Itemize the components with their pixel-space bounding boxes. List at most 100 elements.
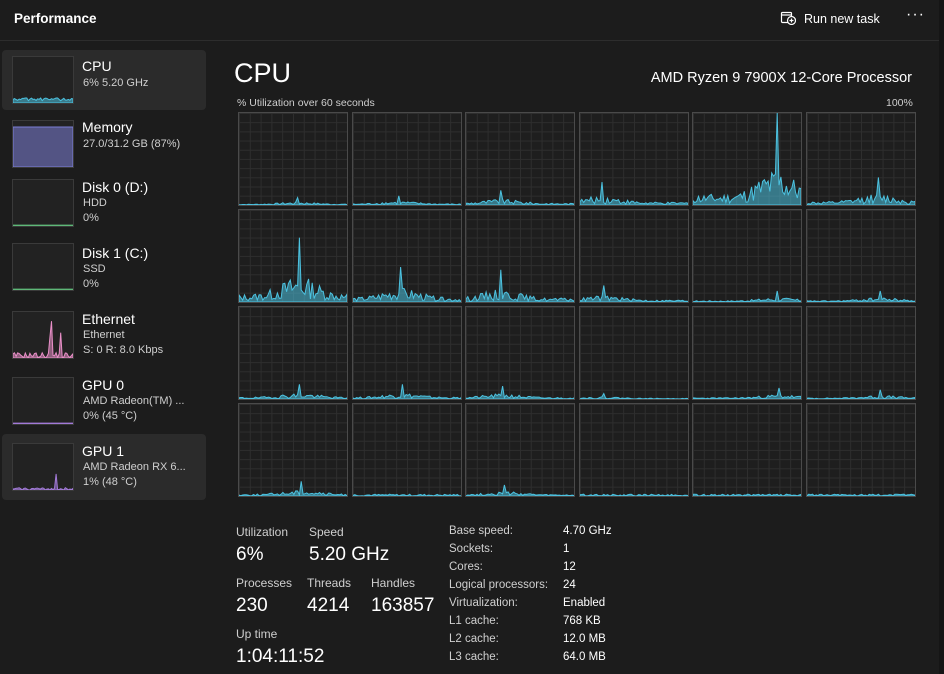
core-utilization-area bbox=[693, 387, 802, 399]
core-graph-15 bbox=[578, 306, 689, 400]
run-new-task-label: Run new task bbox=[804, 12, 880, 26]
core-utilization-area bbox=[466, 269, 575, 302]
sockets-label: Sockets: bbox=[449, 543, 494, 555]
sidebar-item-usage: 0% bbox=[83, 212, 99, 224]
l1-cache-label: L1 cache: bbox=[449, 615, 499, 627]
sidebar-item-cpu[interactable]: CPU 6% 5.20 GHz bbox=[2, 50, 206, 110]
l3-cache-label: L3 cache: bbox=[449, 651, 499, 663]
sidebar-item-usage: S: 0 R: 8.0 Kbps bbox=[83, 344, 164, 356]
sidebar-item-memory[interactable]: Memory 27.0/31.2 GB (87%) bbox=[2, 112, 206, 172]
memory-thumbnail-area bbox=[13, 126, 73, 167]
core-utilization-area bbox=[807, 493, 915, 496]
gpu1-thumbnail-graph bbox=[12, 443, 74, 491]
handles-value: 163857 bbox=[371, 595, 435, 616]
core-graph-12 bbox=[238, 306, 348, 400]
sidebar-item-disk-1[interactable]: Disk 1 (C:) SSD 0% bbox=[2, 238, 206, 298]
speed-value: 5.20 GHz bbox=[309, 544, 390, 565]
l2-cache-value: 12.0 MB bbox=[563, 633, 606, 645]
core-graph-6 bbox=[238, 209, 348, 303]
core-graph-10 bbox=[692, 209, 803, 303]
gpu0-thumbnail-graph bbox=[12, 377, 74, 425]
cores-label: Cores: bbox=[449, 561, 483, 573]
flat-thumbnail-area bbox=[13, 422, 73, 424]
core-utilization-area bbox=[239, 384, 347, 399]
disk1-thumbnail-graph bbox=[12, 243, 74, 291]
new-task-icon bbox=[780, 9, 797, 30]
base-speed-label: Base speed: bbox=[449, 525, 513, 537]
core-graph-21 bbox=[578, 403, 689, 497]
sidebar-item-disk-0[interactable]: Disk 0 (D:) HDD 0% bbox=[2, 172, 206, 232]
run-new-task-button[interactable]: Run new task bbox=[780, 8, 880, 30]
virtualization-value: Enabled bbox=[563, 597, 606, 609]
logical-processor-graphs bbox=[238, 112, 916, 498]
sidebar-item-gpu-1[interactable]: GPU 1 AMD Radeon RX 6... 1% (48 °C) bbox=[2, 434, 206, 500]
core-graph-20 bbox=[465, 403, 576, 497]
more-options-button[interactable]: ··· bbox=[906, 6, 925, 24]
core-graph-13 bbox=[351, 306, 462, 400]
utilization-max-label: 100% bbox=[886, 97, 913, 109]
core-graph-3 bbox=[578, 112, 689, 206]
core-utilization-area bbox=[352, 195, 461, 205]
core-graph-23 bbox=[806, 403, 916, 497]
core-utilization-area bbox=[807, 177, 915, 205]
sidebar-item-usage: 1% (48 °C) bbox=[83, 476, 137, 488]
core-utilization-area bbox=[579, 392, 688, 399]
base-speed-value: 4.70 GHz bbox=[563, 525, 612, 537]
sockets-value: 1 bbox=[563, 543, 570, 555]
core-utilization-area bbox=[693, 493, 802, 496]
core-utilization-area bbox=[807, 389, 915, 399]
page-title: Performance bbox=[14, 11, 97, 26]
disk0-thumbnail-graph bbox=[12, 179, 74, 227]
l2-cache-label: L2 cache: bbox=[449, 633, 499, 645]
sidebar-item-usage: 0% (45 °C) bbox=[83, 410, 137, 422]
utilization-graph-label: % Utilization over 60 seconds bbox=[237, 97, 375, 109]
core-graph-7 bbox=[351, 209, 462, 303]
core-utilization-area bbox=[466, 484, 575, 496]
sidebar-item-name: CPU bbox=[82, 58, 112, 74]
threads-value: 4214 bbox=[307, 595, 350, 616]
ethernet-thumbnail-graph bbox=[12, 311, 74, 359]
section-heading: CPU bbox=[234, 58, 292, 88]
core-graph-8 bbox=[465, 209, 576, 303]
sidebar-item-usage: 0% bbox=[83, 278, 99, 290]
core-utilization-area bbox=[693, 290, 802, 302]
flat-thumbnail-area bbox=[13, 224, 73, 226]
sidebar-item-name: Disk 1 (C:) bbox=[82, 245, 149, 261]
core-utilization-area bbox=[352, 493, 461, 496]
core-utilization-area bbox=[579, 181, 688, 205]
sidebar-item-detail: SSD bbox=[83, 263, 106, 275]
core-utilization-area bbox=[466, 190, 575, 205]
window-edge bbox=[939, 0, 944, 674]
core-graph-17 bbox=[806, 306, 916, 400]
sidebar-item-gpu-0[interactable]: GPU 0 AMD Radeon(TM) ... 0% (45 °C) bbox=[2, 370, 206, 430]
sidebar-item-name: GPU 1 bbox=[82, 443, 125, 459]
sidebar-item-name: Memory bbox=[82, 119, 133, 135]
utilization-value: 6% bbox=[236, 544, 264, 565]
core-graph-2 bbox=[465, 112, 576, 206]
sidebar-item-name: Ethernet bbox=[82, 311, 135, 327]
core-graph-16 bbox=[692, 306, 803, 400]
core-graph-5 bbox=[806, 112, 916, 206]
logical-processors-value: 24 bbox=[563, 579, 576, 591]
utilization-label: Utilization bbox=[236, 525, 289, 539]
core-graph-4 bbox=[692, 112, 803, 206]
core-graph-14 bbox=[465, 306, 576, 400]
memory-thumbnail-graph bbox=[12, 120, 74, 168]
core-utilization-area bbox=[352, 384, 461, 399]
speed-label: Speed bbox=[309, 525, 344, 539]
core-graph-9 bbox=[578, 209, 689, 303]
processes-label: Processes bbox=[236, 576, 293, 590]
sidebar-item-detail: HDD bbox=[83, 197, 107, 209]
core-utilization-area bbox=[466, 386, 575, 399]
sidebar-item-detail: AMD Radeon(TM) ... bbox=[83, 395, 185, 407]
virtualization-label: Virtualization: bbox=[449, 597, 518, 609]
sidebar-item-detail: 6% 5.20 GHz bbox=[83, 77, 149, 89]
sidebar-item-detail: 27.0/31.2 GB (87%) bbox=[83, 138, 181, 150]
core-graph-19 bbox=[351, 403, 462, 497]
core-utilization-area bbox=[239, 481, 347, 496]
core-utilization-area bbox=[352, 266, 461, 302]
core-graph-11 bbox=[806, 209, 916, 303]
sidebar-item-ethernet[interactable]: Ethernet Ethernet S: 0 R: 8.0 Kbps bbox=[2, 304, 206, 364]
uptime-label: Up time bbox=[236, 627, 278, 641]
l1-cache-value: 768 KB bbox=[563, 615, 601, 627]
